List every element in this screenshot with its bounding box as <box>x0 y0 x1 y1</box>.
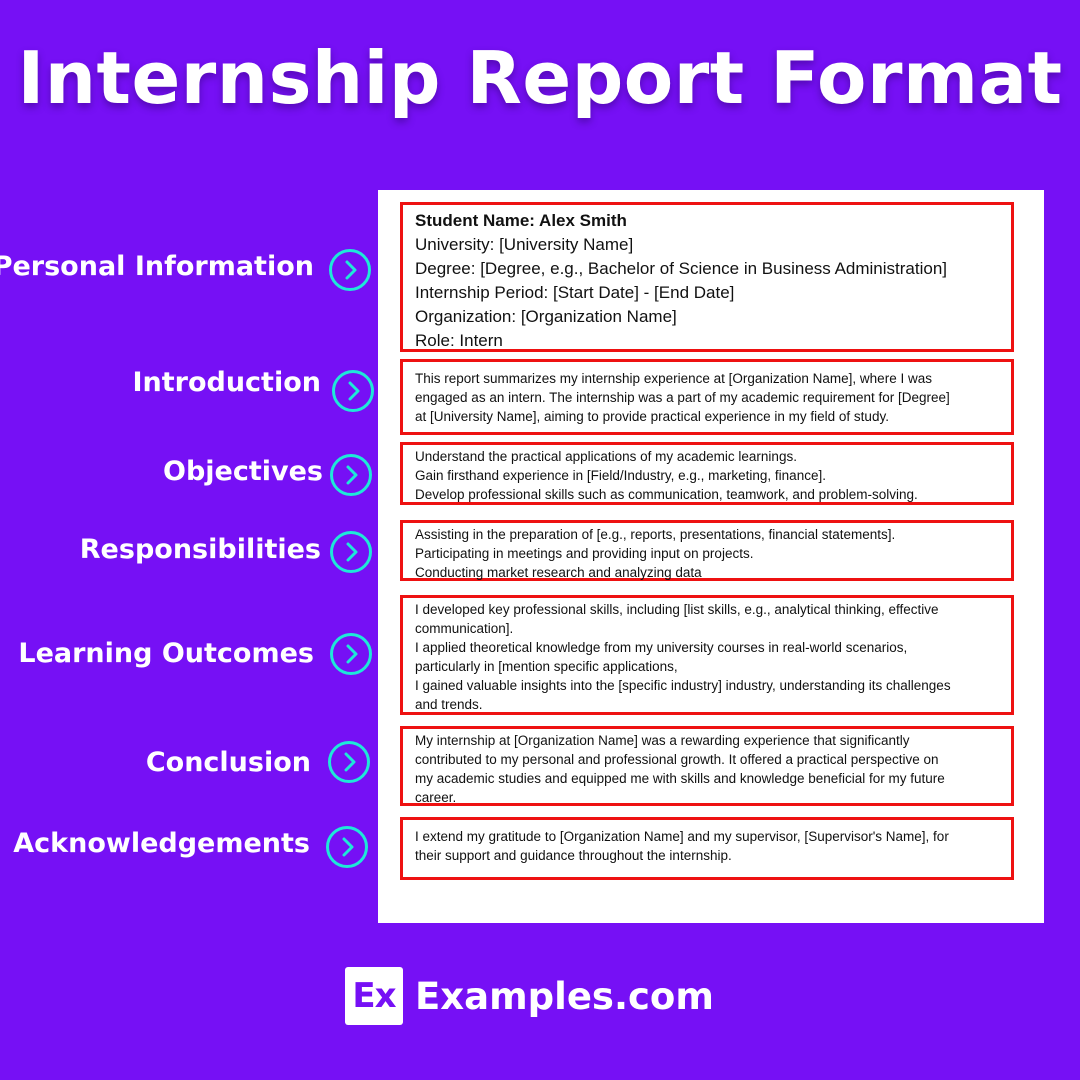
text-line: I developed key professional skills, inc… <box>415 602 939 617</box>
text-line: engaged as an intern. The internship was… <box>415 390 950 405</box>
text-line: contributed to my personal and professio… <box>415 752 939 767</box>
internship-period: Internship Period: [Start Date] - [End D… <box>415 283 735 302</box>
section-label-learning-outcomes: Learning Outcomes <box>18 638 314 669</box>
text-line: Develop professional skills such as comm… <box>415 487 918 502</box>
objectives-box: Understand the practical applications of… <box>400 442 1014 505</box>
examples-logo-icon: Ex <box>345 967 403 1025</box>
responsibilities-box: Assisting in the preparation of [e.g., r… <box>400 520 1014 581</box>
personal-information-box: Student Name: Alex Smith University: [Un… <box>400 202 1014 352</box>
university: University: [University Name] <box>415 235 634 254</box>
text-line: Conducting market research and analyzing… <box>415 565 702 580</box>
text-line: career. <box>415 790 457 805</box>
page-title: Internship Report Format <box>17 36 1063 120</box>
text-line: and trends. <box>415 697 483 712</box>
student-name: Student Name: Alex Smith <box>415 211 627 230</box>
text-line: communication]. <box>415 621 514 636</box>
section-label-personal-information: Personal Information <box>0 251 314 282</box>
acknowledgements-box: I extend my gratitude to [Organization N… <box>400 817 1014 880</box>
section-label-conclusion: Conclusion <box>145 747 311 778</box>
text-line: My internship at [Organization Name] was… <box>415 733 910 748</box>
text-line: Participating in meetings and providing … <box>415 546 754 561</box>
role: Role: Intern <box>415 331 503 350</box>
text-line: particularly in [mention specific applic… <box>415 659 678 674</box>
text-line: Understand the practical applications of… <box>415 449 797 464</box>
section-label-acknowledgements: Acknowledgements <box>13 828 310 859</box>
chevron-right-circle-icon <box>330 633 372 675</box>
chevron-right-circle-icon <box>332 370 374 412</box>
text-line: my academic studies and equipped me with… <box>415 771 945 786</box>
section-label-responsibilities: Responsibilities <box>79 534 321 565</box>
organization: Organization: [Organization Name] <box>415 307 677 326</box>
brand-name: Examples.com <box>415 974 714 1018</box>
chevron-right-circle-icon <box>329 249 371 291</box>
text-line: I applied theoretical knowledge from my … <box>415 640 908 655</box>
chevron-right-circle-icon <box>328 741 370 783</box>
degree: Degree: [Degree, e.g., Bachelor of Scien… <box>415 259 948 278</box>
introduction-box: This report summarizes my internship exp… <box>400 359 1014 435</box>
text-line: their support and guidance throughout th… <box>415 848 732 863</box>
chevron-right-circle-icon <box>330 454 372 496</box>
text-line: Gain firsthand experience in [Field/Indu… <box>415 468 826 483</box>
footer-brand: Ex Examples.com <box>345 966 714 1026</box>
chevron-right-circle-icon <box>330 531 372 573</box>
text-line: I extend my gratitude to [Organization N… <box>415 829 949 844</box>
section-label-objectives: Objectives <box>163 456 323 487</box>
text-line: at [University Name], aiming to provide … <box>415 409 889 424</box>
section-label-introduction: Introduction <box>132 367 321 398</box>
text-line: Assisting in the preparation of [e.g., r… <box>415 527 896 542</box>
learning-outcomes-box: I developed key professional skills, inc… <box>400 595 1014 715</box>
chevron-right-circle-icon <box>326 826 368 868</box>
text-line: This report summarizes my internship exp… <box>415 371 932 386</box>
text-line: I gained valuable insights into the [spe… <box>415 678 951 693</box>
conclusion-box: My internship at [Organization Name] was… <box>400 726 1014 806</box>
